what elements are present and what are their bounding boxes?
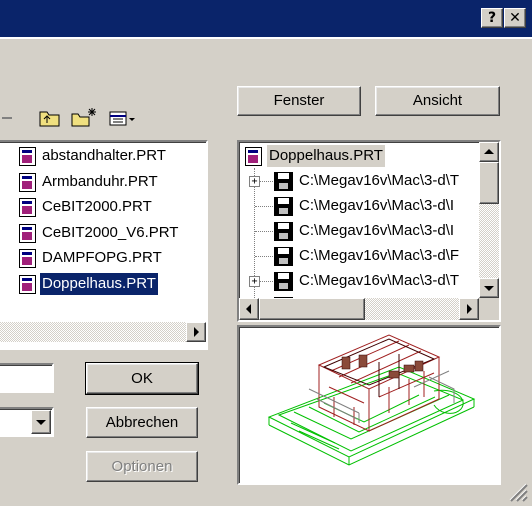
expand-icon[interactable]: +: [249, 276, 260, 287]
tree-item[interactable]: C:\Megav16v\Mac\3-d\I: [239, 194, 479, 218]
tree-scroll-track[interactable]: [479, 204, 499, 278]
floppy-disk-icon: [274, 197, 293, 216]
floppy-disk-icon: [274, 222, 293, 241]
prt-file-icon: [19, 147, 36, 166]
file-name: CeBIT2000.PRT: [42, 198, 152, 215]
prt-file-icon: [245, 147, 262, 166]
fenster-button[interactable]: Fenster: [237, 86, 361, 116]
arrow-down-icon: [484, 286, 494, 291]
tree-item-label: C:\Megav16v\Mac\3-d\T: [299, 272, 460, 289]
tree-item-label: C:\Megav16v\Mac\3-d\I: [299, 222, 455, 239]
preview-panel: [237, 325, 501, 485]
file-list-scroll-track[interactable]: [0, 322, 186, 342]
tree-scroll-thumb[interactable]: [479, 162, 499, 204]
file-list-scroll-right-button[interactable]: [186, 322, 206, 342]
help-button[interactable]: ?: [481, 8, 503, 28]
floppy-disk-icon: [274, 247, 293, 266]
tree-item-label: C:\Megav16v\Mac\3-d\F: [299, 247, 460, 264]
file-name: Doppelhaus.PRT: [40, 272, 158, 295]
tree-hscroll-thumb[interactable]: [259, 298, 365, 320]
tree-item-label: C:\Megav16v\Mac\3-d\I: [299, 197, 455, 214]
file-list-item[interactable]: CeBIT2000.PRT: [0, 195, 186, 219]
resize-grip-icon[interactable]: [506, 478, 530, 504]
tree-root-item[interactable]: Doppelhaus.PRT: [239, 144, 479, 168]
file-list-item[interactable]: CeBIT2000_V6.PRT: [0, 221, 186, 245]
file-name: CeBIT2000_V6.PRT: [42, 223, 179, 241]
file-list-item[interactable]: abstandhalter.PRT: [0, 144, 186, 168]
arrow-left-icon: [246, 304, 251, 314]
view-menu-icon[interactable]: [109, 111, 135, 126]
expand-icon[interactable]: +: [249, 176, 260, 187]
arrow-right-icon: [467, 304, 472, 314]
scroll-corner: [479, 298, 499, 320]
filetype-dropdown-button[interactable]: [31, 410, 51, 434]
floppy-disk-icon: [274, 172, 293, 191]
tree-scroll-down-button[interactable]: [479, 278, 499, 298]
title-bar: [0, 0, 532, 39]
prt-file-icon: [19, 198, 36, 217]
toolbar-icons: [2, 108, 135, 127]
up-folder-icon[interactable]: [39, 111, 60, 127]
arrow-up-icon: [484, 149, 494, 154]
file-name: Armbanduhr.PRT: [42, 172, 158, 190]
prt-file-icon: [19, 249, 36, 268]
file-list-item[interactable]: Doppelhaus.PRT: [0, 272, 186, 296]
tree-view[interactable]: Doppelhaus.PRT + C:\Megav16v\Mac\3-d\T C:\M…: [237, 140, 501, 322]
tree-item[interactable]: C:\Megav16v\Mac\3-d\F: [239, 244, 479, 268]
tree-connector: [255, 206, 273, 207]
new-folder-icon[interactable]: [71, 108, 96, 127]
prt-file-icon: [19, 172, 36, 192]
close-button[interactable]: ✕: [504, 8, 526, 28]
file-list-item[interactable]: DAMPFOPG.PRT: [0, 246, 186, 270]
tree-rows: Doppelhaus.PRT + C:\Megav16v\Mac\3-d\T C:\M…: [239, 142, 479, 298]
tree-item[interactable]: C:\Megav16v\Mac\3-d\I: [239, 219, 479, 243]
tree-root-label: Doppelhaus.PRT: [267, 145, 385, 167]
file-list-item[interactable]: Armbanduhr.PRT: [0, 170, 186, 194]
ansicht-button[interactable]: Ansicht: [375, 86, 500, 116]
chevron-down-icon: [36, 420, 46, 425]
tree-connector: [255, 231, 273, 232]
filename-input[interactable]: [0, 363, 54, 393]
file-name: abstandhalter.PRT: [42, 147, 166, 164]
tree-connector: [255, 256, 273, 257]
arrow-right-icon: [194, 327, 199, 337]
tree-scroll-up-button[interactable]: [479, 142, 499, 162]
tree-item[interactable]: + C:\Megav16v\Mac\3-d\T: [239, 269, 479, 293]
ok-button[interactable]: OK: [85, 362, 199, 395]
file-name: DAMPFOPG.PRT: [42, 249, 162, 266]
toolbar: [0, 104, 160, 130]
tree-item[interactable]: + C:\Megav16v\Mac\3-d\T: [239, 169, 479, 193]
prt-file-icon: [19, 274, 36, 294]
filetype-select[interactable]: [0, 407, 54, 437]
optionen-button[interactable]: Optionen: [86, 451, 198, 482]
tree-scroll-right-button[interactable]: [459, 298, 479, 320]
file-list[interactable]: abstandhalter.PRT Armbanduhr.PRT CeBIT2000…: [0, 140, 208, 350]
tree-hscroll-track[interactable]: [365, 298, 459, 320]
tree-item-label: C:\Megav16v\Mac\3-d\T: [299, 172, 460, 189]
tree-scroll-left-button[interactable]: [239, 298, 259, 320]
prt-file-icon: [19, 223, 36, 243]
floppy-disk-icon: [274, 272, 293, 291]
abbrechen-button[interactable]: Abbrechen: [86, 407, 198, 438]
house-wireframe-preview: [267, 334, 476, 466]
